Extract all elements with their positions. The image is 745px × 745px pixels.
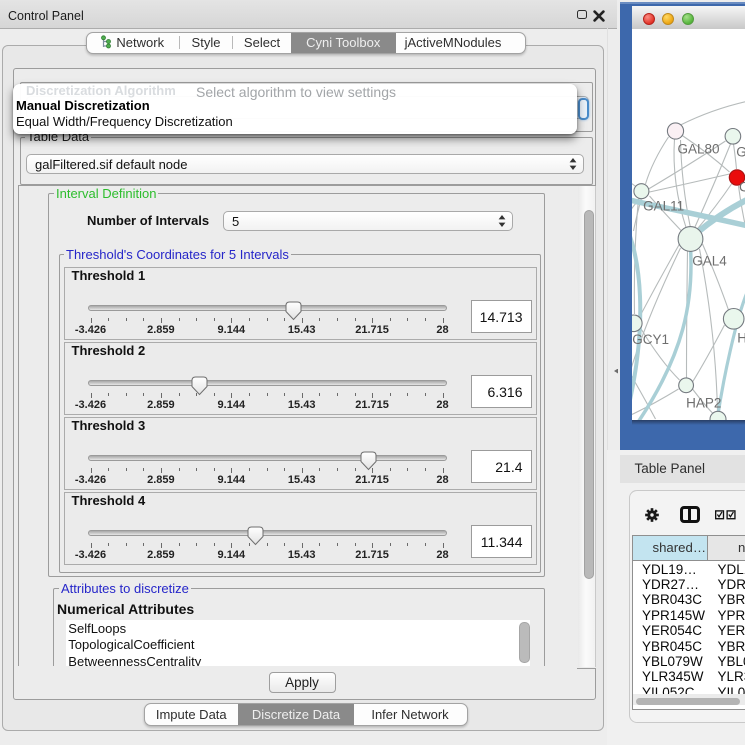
- svg-text:HAP2: HAP2: [686, 395, 721, 410]
- svg-text:GAL4: GAL4: [692, 253, 727, 268]
- svg-text:GCY1: GCY1: [632, 331, 669, 346]
- svg-text:GA: GA: [736, 144, 745, 159]
- svg-text:GAL11: GAL11: [643, 198, 684, 213]
- svg-text:GAL80: GAL80: [677, 141, 719, 156]
- svg-text:C: C: [739, 179, 745, 194]
- svg-text:H: H: [737, 330, 745, 345]
